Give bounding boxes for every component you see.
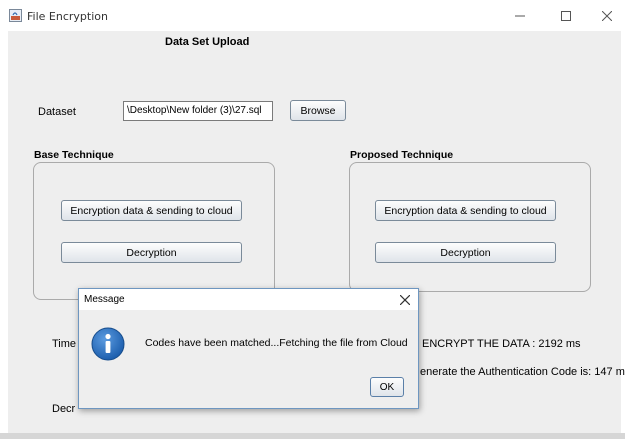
base-technique-panel	[33, 162, 275, 300]
encrypt-time-result: ENCRYPT THE DATA : 2192 ms	[422, 338, 581, 350]
close-icon	[602, 10, 612, 21]
base-encrypt-button[interactable]: Encryption data & sending to cloud	[61, 200, 242, 221]
time-result-label: Time	[52, 338, 77, 350]
dataset-label: Dataset	[38, 106, 76, 118]
message-dialog: Message Codes have been matched...Fetchi…	[78, 288, 419, 409]
java-app-icon	[9, 9, 22, 22]
info-icon	[91, 327, 125, 361]
proposed-technique-panel	[349, 162, 591, 292]
page-title: Data Set Upload	[165, 36, 250, 48]
dialog-title-bar: Message	[79, 289, 418, 310]
bottom-border	[0, 433, 625, 439]
proposed-decrypt-button[interactable]: Decryption	[375, 242, 556, 263]
proposed-technique-label: Proposed Technique	[350, 149, 454, 161]
maximize-button[interactable]	[543, 0, 589, 31]
close-button[interactable]	[589, 0, 625, 31]
dataset-path-field[interactable]: \Desktop\New folder (3)\27.sql	[123, 101, 273, 121]
ok-button[interactable]: OK	[370, 377, 404, 397]
base-technique-label: Base Technique	[34, 149, 114, 161]
dialog-close-button[interactable]	[399, 292, 411, 308]
browse-button[interactable]: Browse	[290, 100, 346, 121]
minimize-button[interactable]	[497, 0, 543, 31]
window-title: File Encryption	[27, 10, 108, 23]
dialog-title: Message	[84, 294, 125, 305]
close-icon	[399, 294, 411, 306]
dialog-message: Codes have been matched...Fetching the f…	[145, 337, 408, 349]
maximize-icon	[561, 10, 571, 21]
minimize-icon	[515, 15, 525, 16]
decryption-result-label: Decr	[52, 403, 76, 415]
title-bar: File Encryption	[0, 0, 625, 31]
base-decrypt-button[interactable]: Decryption	[61, 242, 242, 263]
auth-code-time-result: enerate the Authentication Code is: 147 …	[420, 366, 625, 378]
proposed-encrypt-button[interactable]: Encryption data & sending to cloud	[375, 200, 556, 221]
